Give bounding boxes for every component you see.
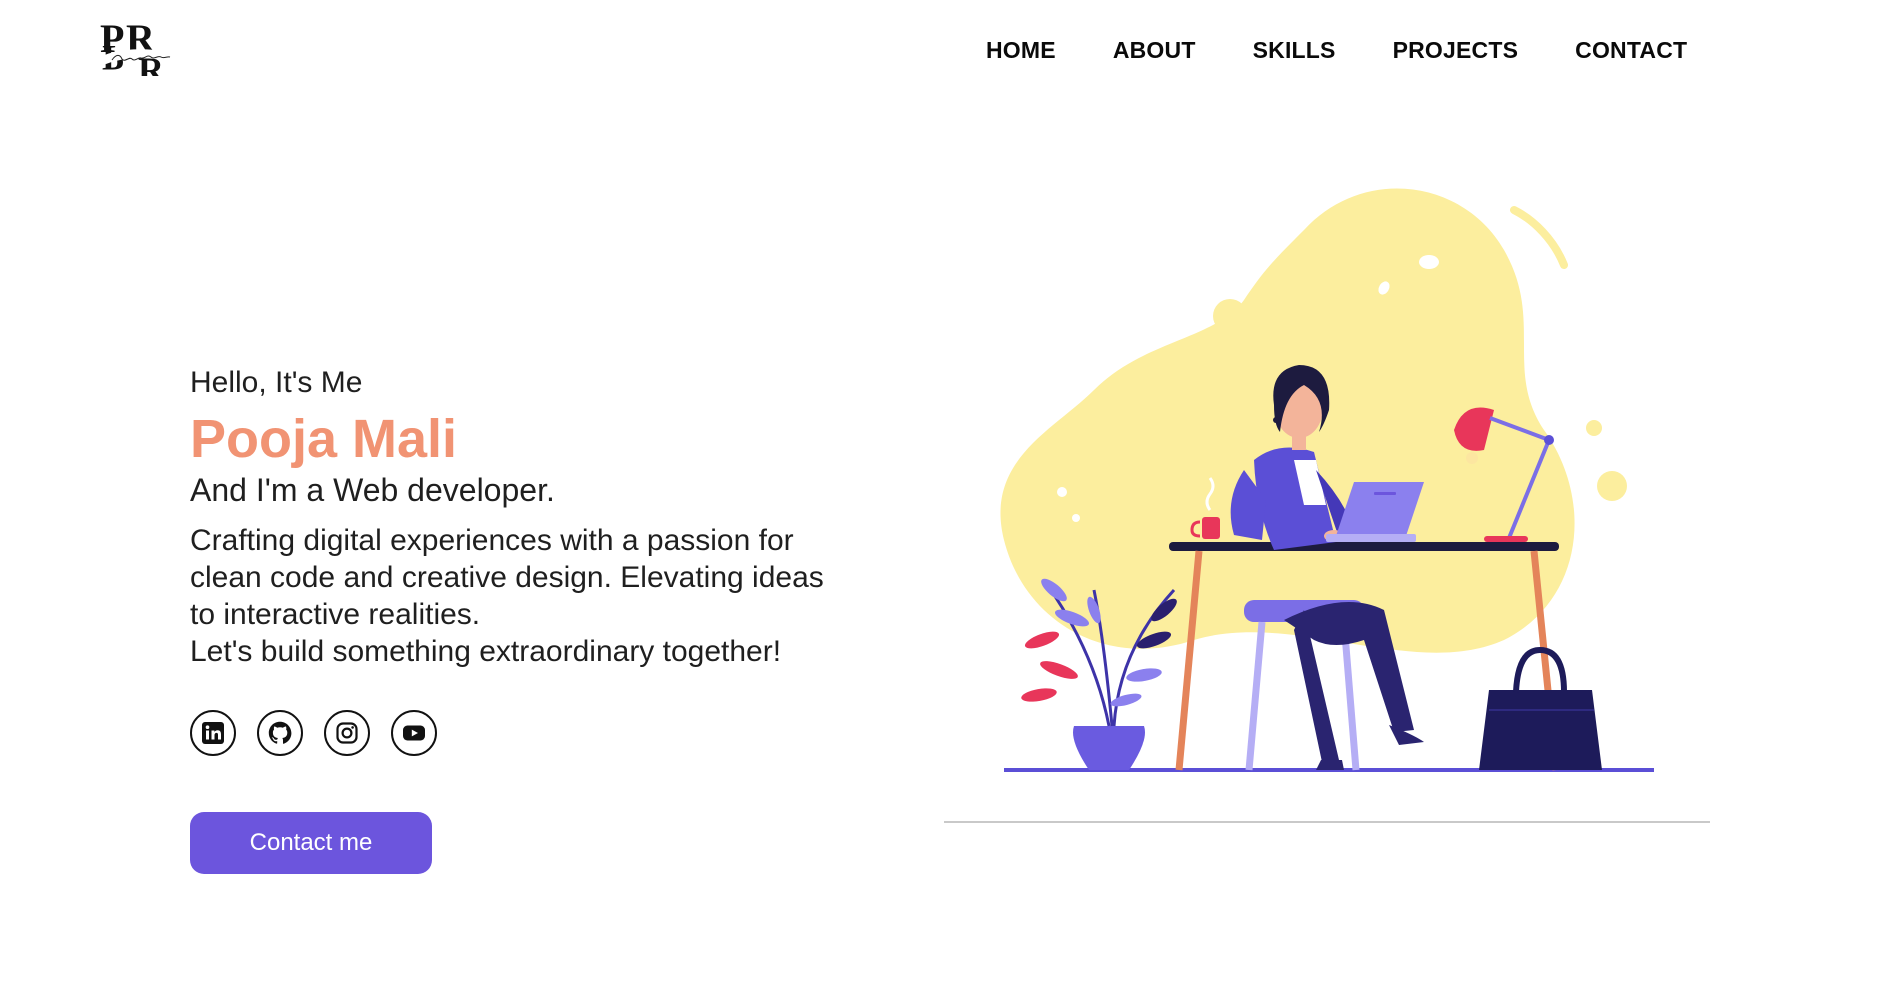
woman-at-desk-illustration [1000, 188, 1654, 772]
nav-projects[interactable]: PROJECTS [1393, 37, 1519, 64]
nav-skills[interactable]: SKILLS [1253, 37, 1336, 64]
hero-illustration [944, 170, 1710, 790]
linkedin-icon [202, 722, 224, 744]
github-icon [268, 721, 292, 744]
youtube-icon [403, 725, 425, 741]
instagram-icon [336, 722, 358, 744]
nav-home[interactable]: HOME [986, 37, 1056, 64]
github-link[interactable] [257, 710, 303, 756]
instagram-link[interactable] [324, 710, 370, 756]
hero-bio: Crafting digital experiences with a pass… [190, 522, 850, 670]
linkedin-link[interactable] [190, 710, 236, 756]
youtube-link[interactable] [391, 710, 437, 756]
illustration-divider [944, 821, 1710, 823]
hero-role: And I'm a Web developer. [190, 472, 555, 508]
site-logo[interactable]: P R P R [98, 16, 200, 76]
hero-section: Hello, It's Me Pooja Mali And I'm a Web … [190, 362, 870, 670]
nav-contact[interactable]: CONTACT [1575, 37, 1687, 64]
main-nav: HOME ABOUT SKILLS PROJECTS CONTACT [986, 36, 1687, 64]
hero-bio-cta-line: Let's build something extraordinary toge… [190, 635, 782, 668]
handbag-icon [1479, 646, 1602, 770]
hero-greeting: Hello, It's Me [190, 366, 363, 399]
contact-me-button[interactable]: Contact me [190, 812, 432, 874]
hero-name: Pooja Mali [190, 409, 458, 469]
hero-bio-paragraph: Crafting digital experiences with a pass… [190, 524, 824, 631]
nav-about[interactable]: ABOUT [1113, 37, 1196, 64]
social-links [190, 710, 458, 756]
logo-monogram-icon: P R P R [100, 16, 171, 76]
